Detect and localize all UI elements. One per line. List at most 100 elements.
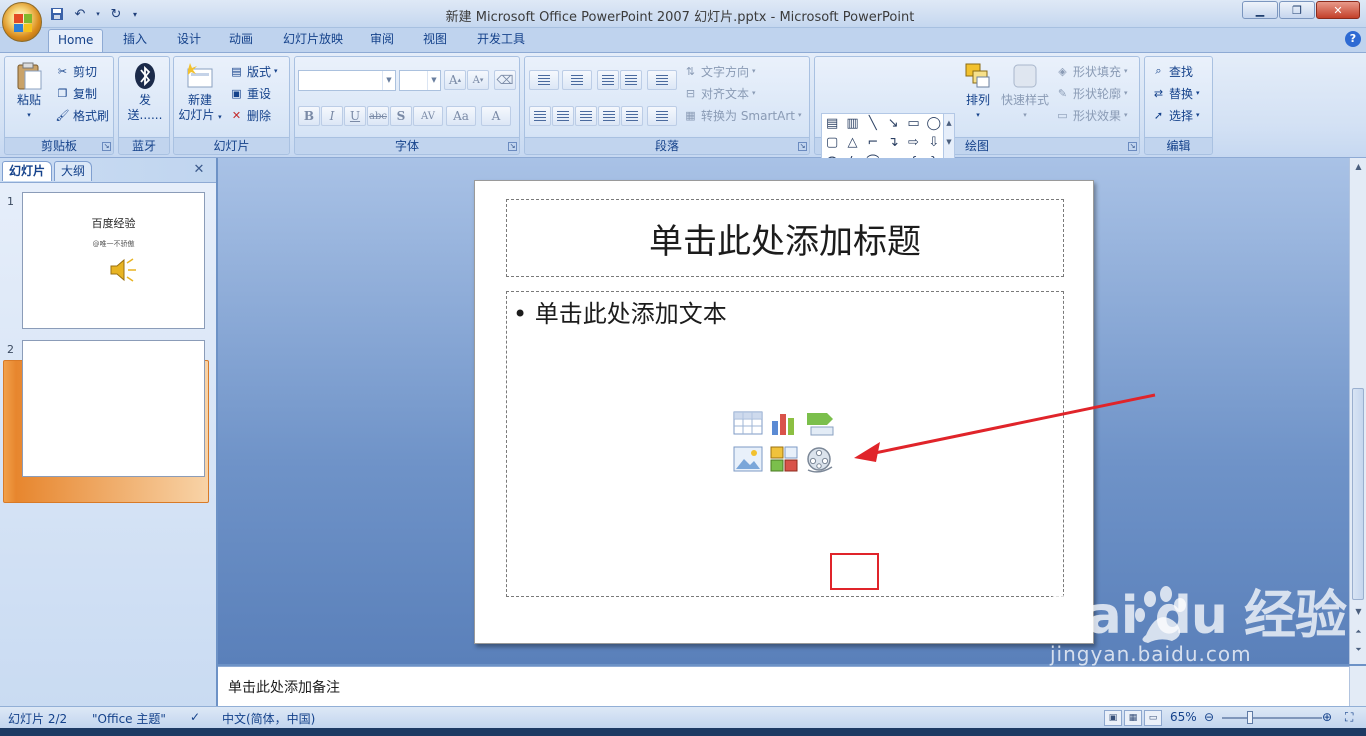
find-button[interactable]: ⌕ 查找 [1151,61,1193,81]
line-shape-icon[interactable]: ╲ [863,114,883,133]
slide-thumbnail-1[interactable]: 百度经验 @唯一不骄傲 [22,192,205,329]
scroll-up-icon[interactable]: ▲ [1351,159,1366,174]
numbering-icon[interactable] [562,70,592,90]
language-status[interactable]: 中文(简体，中国) [222,710,315,727]
zoom-slider-knob[interactable] [1247,711,1253,724]
right-arrow-shape-icon[interactable]: ⇨ [903,133,923,152]
restore-button[interactable]: ❐ [1279,1,1315,19]
undo-icon[interactable]: ↶ [71,5,89,23]
spell-check-icon[interactable]: ✓ [190,710,200,724]
tab-insert[interactable]: 插入 [114,29,156,52]
italic-button[interactable]: I [321,106,343,126]
shape-outline-button[interactable]: ✎ 形状轮廓 ▾ [1055,83,1128,103]
layout-button[interactable]: ▤ 版式 ▾ [229,61,277,81]
insert-media-clip-icon[interactable] [805,445,835,473]
office-button[interactable] [2,2,42,42]
underline-button[interactable]: U [344,106,366,126]
copy-button[interactable]: ❐ 复制 [55,83,97,103]
minimize-button[interactable]: ▁ [1242,1,1278,19]
select-button[interactable]: ➚ 选择 ▾ [1151,105,1200,125]
help-icon[interactable]: ? [1345,31,1361,47]
title-placeholder[interactable]: 单击此处添加标题 [506,199,1064,277]
tab-outline-panel[interactable]: 大纲 [54,161,93,181]
shape-fill-button[interactable]: ◈ 形状填充 ▾ [1055,61,1127,81]
notes-pane[interactable]: 单击此处添加备注 [218,666,1349,706]
tab-animations[interactable]: 动画 [220,29,262,52]
align-center-icon[interactable] [552,106,574,126]
reset-button[interactable]: ▣ 重设 [229,83,271,103]
slide-show-view-icon[interactable]: ▭ [1144,710,1162,726]
font-size-combo[interactable]: ▼ [399,70,441,91]
undo-dropdown-icon[interactable]: ▾ [94,5,102,23]
columns-icon[interactable] [647,106,677,126]
quick-styles-button[interactable]: 快速样式 ▾ [999,61,1051,123]
bullets-icon[interactable] [529,70,559,90]
notes-scrollbar[interactable] [1349,666,1366,706]
strikethrough-button[interactable]: abc [367,106,389,126]
vertical-text-box-shape-icon[interactable]: ▥ [842,114,862,133]
clear-formatting-icon[interactable]: ⌫ [494,70,516,90]
new-slide-button[interactable]: 新建 幻灯片 ▾ [177,61,223,125]
next-slide-icon[interactable]: ⏷ [1351,642,1366,657]
tab-design[interactable]: 设计 [168,29,210,52]
oval-shape-icon[interactable]: ◯ [924,114,944,133]
tab-view[interactable]: 视图 [414,29,456,52]
text-direction-button[interactable]: ⇅ 文字方向 ▾ [683,61,756,81]
align-left-icon[interactable] [529,106,551,126]
shrink-font-button[interactable]: A ▾ [467,70,489,90]
align-text-button[interactable]: ⊟ 对齐文本 ▾ [683,83,756,103]
insert-chart-icon[interactable] [769,409,799,437]
elbow-connector-shape-icon[interactable]: ⌐ [863,133,883,152]
insert-clip-art-icon[interactable] [769,445,799,473]
rectangle-shape-icon[interactable]: ▭ [903,114,923,133]
zoom-out-icon[interactable]: ⊖ [1204,710,1214,724]
convert-smartart-button[interactable]: ▦ 转换为 SmartArt ▾ [683,105,801,125]
redo-icon[interactable]: ↻ [107,5,125,23]
scroll-down-icon[interactable]: ▼ [1351,604,1366,619]
tab-slides-panel[interactable]: 幻灯片 [2,161,53,181]
arrow-line-shape-icon[interactable]: ↘ [883,114,903,133]
font-launcher-icon[interactable]: ↘ [508,142,517,151]
font-name-combo[interactable]: ▼ [298,70,396,91]
zoom-in-icon[interactable]: ⊕ [1322,710,1332,724]
zoom-slider[interactable] [1222,717,1322,719]
zoom-level[interactable]: 65% [1170,710,1197,724]
arrange-button[interactable]: 排列 ▾ [959,61,997,123]
bluetooth-send-button[interactable]: 发 送...... [123,61,167,123]
change-case-button[interactable]: Aa [446,106,476,126]
bold-button[interactable]: B [298,106,320,126]
insert-picture-icon[interactable] [733,445,763,473]
character-spacing-button[interactable]: AV [413,106,443,126]
scroll-thumb[interactable] [1352,388,1364,600]
close-button[interactable]: ✕ [1316,1,1360,19]
decrease-indent-icon[interactable] [597,70,619,90]
previous-slide-icon[interactable]: ⏶ [1351,624,1366,639]
slide-sorter-view-icon[interactable]: ▦ [1124,710,1142,726]
rounded-rectangle-shape-icon[interactable]: ▢ [822,133,842,152]
save-icon[interactable] [48,5,66,23]
replace-button[interactable]: ⇄ 替换 ▾ [1151,83,1200,103]
elbow-arrow-shape-icon[interactable]: ↴ [883,133,903,152]
font-color-button[interactable]: A [481,106,511,126]
tab-home[interactable]: Home [48,29,104,52]
insert-smartart-icon[interactable] [805,409,835,437]
customize-qat-icon[interactable]: ▾ [130,5,140,23]
fit-to-window-icon[interactable]: ⛶ [1345,710,1353,725]
triangle-shape-icon[interactable]: △ [842,133,862,152]
close-panel-icon[interactable]: ✕ [192,163,206,177]
cut-button[interactable]: ✂ 剪切 [55,61,97,81]
paste-button[interactable]: 粘贴 ▾ [9,61,49,123]
grow-font-button[interactable]: A ▴ [444,70,466,90]
tab-slide-show[interactable]: 幻灯片放映 [274,29,352,52]
format-painter-button[interactable]: 🖌 格式刷 [55,105,110,125]
text-box-shape-icon[interactable]: ▤ [822,114,842,133]
down-arrow-shape-icon[interactable]: ⇩ [924,133,944,152]
tab-review[interactable]: 审阅 [361,29,403,52]
shape-effects-button[interactable]: ▭ 形状效果 ▾ [1055,105,1127,125]
paragraph-launcher-icon[interactable]: ↘ [798,142,807,151]
justify-icon[interactable] [598,106,620,126]
normal-view-icon[interactable]: ▣ [1104,710,1122,726]
theme-status[interactable]: "Office 主题" [92,710,166,727]
line-spacing-icon[interactable] [647,70,677,90]
tab-developer[interactable]: 开发工具 [468,29,534,52]
